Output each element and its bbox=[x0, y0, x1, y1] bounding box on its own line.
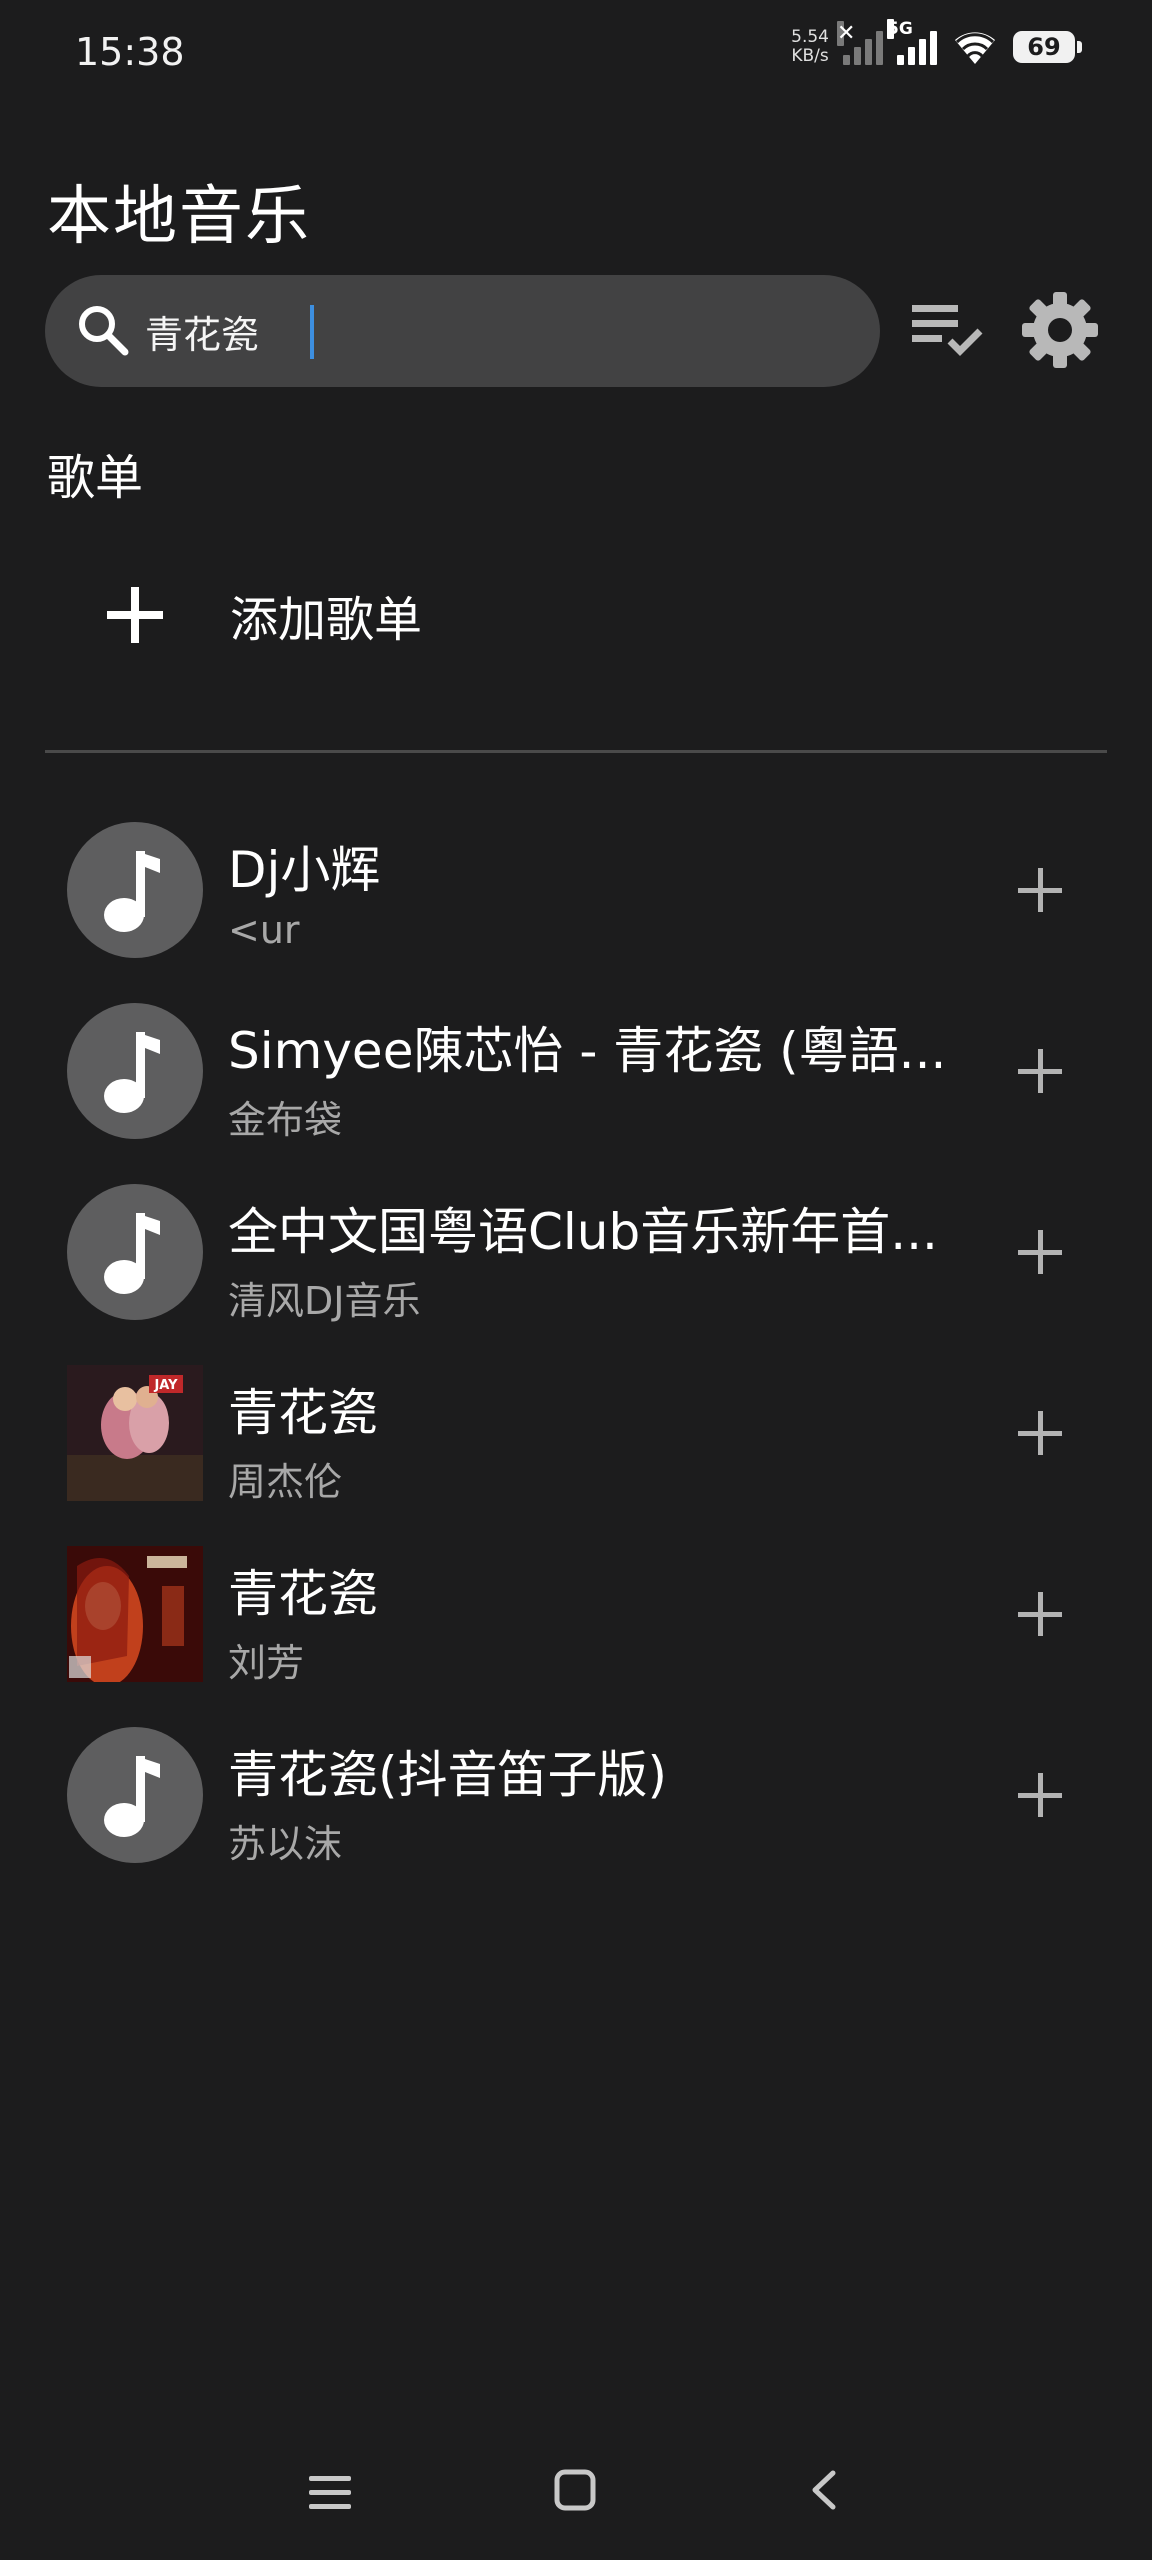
text-caret bbox=[310, 305, 314, 359]
song-artist: 周杰伦 bbox=[228, 1460, 343, 1504]
song-artist: 苏以沫 bbox=[228, 1822, 343, 1866]
song-row[interactable]: Simyee陳芯怡 - 青花瓷 (粵語... 金布袋 bbox=[0, 981, 1152, 1162]
settings-gear-icon[interactable] bbox=[1018, 288, 1102, 372]
song-row[interactable]: JAY 青花瓷 周杰伦 bbox=[0, 1343, 1152, 1524]
add-playlist-label: 添加歌单 bbox=[230, 592, 423, 648]
song-list: Dj小辉 <ur Simyee陳芯怡 - 青花瓷 (粵語... 金布袋 全中文国… bbox=[0, 800, 1152, 1886]
music-note-icon bbox=[67, 1184, 203, 1320]
add-to-playlist-plus-icon[interactable] bbox=[1005, 1217, 1075, 1287]
network-speed: 5.54 KB/s bbox=[791, 28, 829, 66]
battery-level: 69 bbox=[1013, 31, 1075, 63]
search-input[interactable] bbox=[145, 301, 845, 361]
song-title: 青花瓷 bbox=[228, 1565, 378, 1623]
network-speed-unit: KB/s bbox=[791, 46, 829, 66]
add-to-playlist-plus-icon[interactable] bbox=[1005, 1398, 1075, 1468]
wifi-icon bbox=[955, 32, 995, 64]
status-bar: 15:38 5.54 KB/s ✕ 5G 69 bbox=[0, 0, 1152, 110]
recent-apps-menu-icon[interactable] bbox=[305, 2470, 355, 2516]
song-row[interactable]: 全中文国粤语Club音乐新年首... 清风DJ音乐 bbox=[0, 1162, 1152, 1343]
song-row[interactable]: Dj小辉 <ur bbox=[0, 800, 1152, 981]
page-title: 本地音乐 bbox=[47, 180, 311, 254]
playlist-check-icon[interactable] bbox=[908, 295, 988, 365]
system-nav-bar bbox=[0, 2440, 1152, 2540]
status-time: 15:38 bbox=[75, 30, 185, 74]
battery-icon: 69 bbox=[1013, 31, 1082, 63]
music-note-icon bbox=[67, 1003, 203, 1139]
home-square-icon[interactable] bbox=[550, 2465, 600, 2515]
network-speed-value: 5.54 bbox=[791, 27, 829, 47]
music-note-icon bbox=[67, 822, 203, 958]
signal-sim2-icon: 5G bbox=[887, 19, 937, 65]
song-title: 青花瓷 bbox=[228, 1384, 378, 1442]
local-music-screen: 15:38 5.54 KB/s ✕ 5G 69 本地音乐 青花瓷 歌单 添加歌单… bbox=[0, 0, 1152, 2560]
album-art-jay: JAY bbox=[67, 1365, 203, 1501]
status-indicators: 5.54 KB/s ✕ 5G 69 bbox=[791, 19, 1082, 66]
song-artist: <ur bbox=[228, 908, 300, 952]
song-title: Simyee陳芯怡 - 青花瓷 (粵語... bbox=[228, 1022, 947, 1080]
add-playlist-button[interactable]: 添加歌单 bbox=[90, 565, 690, 665]
search-bar[interactable] bbox=[45, 275, 880, 387]
search-icon bbox=[79, 306, 129, 356]
song-artist: 刘芳 bbox=[228, 1641, 305, 1685]
no-signal-x-icon: ✕ bbox=[837, 21, 856, 46]
song-artist: 清风DJ音乐 bbox=[228, 1279, 421, 1323]
back-chevron-icon[interactable] bbox=[800, 2465, 850, 2515]
song-artist: 金布袋 bbox=[228, 1098, 343, 1142]
add-to-playlist-plus-icon[interactable] bbox=[1005, 1036, 1075, 1106]
album-art-liufang bbox=[67, 1546, 203, 1682]
signal-sim1-icon: ✕ bbox=[837, 21, 883, 65]
network-type: 5G bbox=[887, 19, 913, 39]
playlist-section-title: 歌单 bbox=[47, 450, 144, 506]
song-title: 青花瓷(抖音笛子版) bbox=[228, 1746, 668, 1804]
music-note-icon bbox=[67, 1727, 203, 1863]
song-row[interactable]: 青花瓷(抖音笛子版) 苏以沫 bbox=[0, 1705, 1152, 1886]
song-title: Dj小辉 bbox=[228, 841, 381, 899]
add-to-playlist-plus-icon[interactable] bbox=[1005, 1760, 1075, 1830]
section-divider bbox=[45, 750, 1107, 753]
add-to-playlist-plus-icon[interactable] bbox=[1005, 1579, 1075, 1649]
plus-icon bbox=[90, 570, 180, 660]
album-art-badge: JAY bbox=[153, 1378, 178, 1393]
add-to-playlist-plus-icon[interactable] bbox=[1005, 855, 1075, 925]
song-title: 全中文国粤语Club音乐新年首... bbox=[228, 1203, 938, 1261]
song-row[interactable]: 青花瓷 刘芳 bbox=[0, 1524, 1152, 1705]
